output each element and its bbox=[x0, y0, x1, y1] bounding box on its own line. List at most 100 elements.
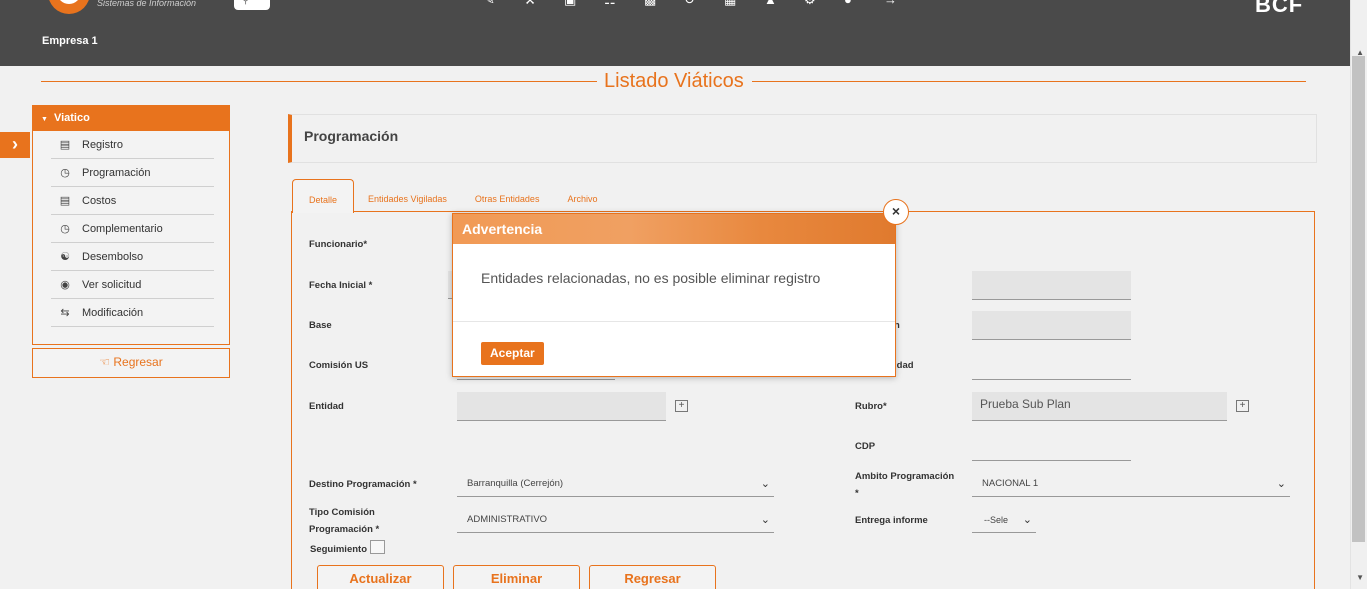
page-title: Listado Viáticos bbox=[604, 70, 744, 92]
dialog-accept-button[interactable]: Aceptar bbox=[481, 342, 544, 365]
logo-subtitle: Sistemas de Información bbox=[97, 0, 197, 8]
entrega-informe-select[interactable]: --Sele ⌄ bbox=[972, 509, 1036, 533]
gift-icon[interactable]: ▣ bbox=[564, 0, 582, 6]
eliminar-button[interactable]: Eliminar bbox=[453, 565, 580, 589]
location-icon[interactable]: ● bbox=[844, 0, 862, 6]
ambito-select[interactable]: NACIONAL 1 ⌄ bbox=[972, 473, 1290, 497]
scroll-thumb[interactable] bbox=[1352, 56, 1365, 542]
warning-dialog: Advertencia Entidades relacionadas, no e… bbox=[452, 213, 896, 377]
sidebar-item-label: Complementario bbox=[82, 222, 163, 235]
tab-entidades-vigiladas[interactable]: Entidades Vigiladas bbox=[354, 179, 461, 212]
tipo-comision-select[interactable]: ADMINISTRATIVO ⌄ bbox=[457, 509, 774, 533]
right-input-3[interactable] bbox=[972, 360, 1131, 380]
sidebar-item-programacion[interactable]: ◷ Programación bbox=[51, 159, 214, 187]
base-label: Base bbox=[309, 320, 332, 331]
sidebar-section-label: Viatico bbox=[53, 112, 90, 124]
sidebar-item-complementario[interactable]: ◷ Complementario bbox=[51, 215, 214, 243]
sidebar-item-ver-solicitud[interactable]: ◉ Ver solicitud bbox=[51, 271, 214, 299]
funcionario-label: Funcionario* bbox=[309, 239, 368, 250]
building-icon[interactable]: ▩ bbox=[644, 0, 662, 6]
cdp-input[interactable] bbox=[972, 441, 1131, 461]
add-rubro-icon[interactable]: + bbox=[1236, 400, 1249, 412]
sidebar-toggle-button[interactable]: › bbox=[0, 132, 30, 158]
sidebar-item-label: Modificación bbox=[82, 306, 144, 319]
logo[interactable] bbox=[48, 0, 90, 14]
dialog-message: Entidades relacionadas, no es posible el… bbox=[453, 244, 895, 322]
sidebar-item-registro[interactable]: ▤ Registro bbox=[51, 131, 214, 159]
clock-icon: ◷ bbox=[60, 222, 70, 235]
back-hand-icon: ☜ bbox=[99, 355, 111, 369]
title-rule-right bbox=[752, 81, 1306, 82]
org-chart-icon[interactable]: ☷ bbox=[604, 0, 622, 6]
destino-value: Barranquilla (Cerrejón) bbox=[467, 478, 564, 489]
chevron-down-icon: ⌄ bbox=[1276, 478, 1286, 490]
entrega-informe-label: Entrega informe bbox=[855, 515, 928, 526]
entidad-label: Entidad bbox=[309, 401, 344, 412]
entidad-input[interactable] bbox=[457, 392, 666, 421]
regresar-button[interactable]: Regresar bbox=[589, 565, 716, 589]
ambito-label-required: * bbox=[855, 488, 859, 499]
search-icon: ⚲ bbox=[242, 0, 250, 6]
table-icon[interactable]: ▦ bbox=[724, 0, 742, 6]
search-button[interactable]: ⚲ bbox=[234, 0, 270, 10]
rubro-label: Rubro* bbox=[855, 401, 887, 412]
sidebar-item-label: Desembolso bbox=[82, 250, 144, 263]
seguimiento-label: Seguimiento bbox=[310, 544, 368, 555]
cdp-label: CDP bbox=[855, 441, 876, 452]
tab-archivo[interactable]: Archivo bbox=[553, 179, 611, 212]
page-scrollbar[interactable]: ▲ ▼ bbox=[1350, 0, 1367, 589]
top-navbar: Sistemas de Información ⚲ ✎ ⚒ ▣ ☷ ▩ ↻ ▦ … bbox=[0, 0, 1350, 66]
document-edit-icon[interactable]: ✎ bbox=[484, 0, 502, 6]
tipo-comision-label: Tipo Comisión bbox=[309, 507, 375, 518]
money-icon: ▤ bbox=[59, 194, 71, 207]
section-title: Programación bbox=[304, 128, 399, 144]
destino-label: Destino Programación * bbox=[309, 479, 417, 490]
tools-icon[interactable]: ⚒ bbox=[524, 0, 542, 6]
coins-icon: ☯ bbox=[60, 250, 70, 263]
add-entidad-icon[interactable]: + bbox=[675, 400, 688, 412]
export-icon[interactable]: → bbox=[884, 0, 902, 6]
sidebar-item-label: Costos bbox=[82, 194, 117, 207]
right-input-2[interactable] bbox=[972, 311, 1131, 340]
ambito-label: Ambito Programación bbox=[855, 471, 955, 482]
sidebar-section-header[interactable]: ▼ Viatico bbox=[33, 106, 229, 131]
tab-detalle[interactable]: Detalle bbox=[292, 179, 355, 213]
tab-otras-entidades[interactable]: Otras Entidades bbox=[461, 179, 554, 212]
fecha-inicial-label: Fecha Inicial * bbox=[309, 280, 373, 291]
sidebar-item-label: Programación bbox=[82, 166, 151, 179]
chevron-right-icon: › bbox=[12, 134, 18, 154]
history-icon[interactable]: ↻ bbox=[684, 0, 702, 6]
chevron-down-icon: ⌄ bbox=[760, 514, 770, 526]
top-nav-icons: ✎ ⚒ ▣ ☷ ▩ ↻ ▦ ▲ ⚙ ● → bbox=[484, 0, 902, 6]
sidebar-item-label: Registro bbox=[82, 138, 123, 151]
sidebar-item-costos[interactable]: ▤ Costos bbox=[51, 187, 214, 215]
clock-icon: ◷ bbox=[60, 166, 70, 179]
sidebar-item-desembolso[interactable]: ☯ Desembolso bbox=[51, 243, 214, 271]
chart-icon[interactable]: ▲ bbox=[764, 0, 782, 6]
gear-icon[interactable]: ⚙ bbox=[804, 0, 822, 6]
actualizar-button[interactable]: Actualizar bbox=[317, 565, 444, 589]
dialog-title: Advertencia bbox=[453, 214, 895, 244]
ambito-value: NACIONAL 1 bbox=[982, 478, 1039, 489]
right-input-1[interactable] bbox=[972, 271, 1131, 300]
title-rule-left bbox=[41, 81, 597, 82]
partial-label-2: idad bbox=[894, 360, 914, 371]
list-icon: ▤ bbox=[59, 138, 71, 151]
destino-select[interactable]: Barranquilla (Cerrejón) ⌄ bbox=[457, 473, 774, 497]
sidebar-back-label: Regresar bbox=[113, 355, 163, 369]
sidebar-back-button[interactable]: ☜ Regresar bbox=[32, 348, 230, 378]
caret-down-icon: ▼ bbox=[41, 116, 48, 123]
sidebar-item-modificacion[interactable]: ⇆ Modificación bbox=[51, 299, 214, 327]
scroll-down-arrow-icon[interactable]: ▼ bbox=[1356, 573, 1364, 582]
chevron-down-icon: ⌄ bbox=[760, 478, 770, 490]
tab-bar: Detalle Entidades Vigiladas Otras Entida… bbox=[292, 179, 611, 213]
comision-label: Comisión US bbox=[309, 360, 369, 371]
seguimiento-checkbox[interactable] bbox=[370, 540, 385, 554]
entrega-informe-value: --Sele bbox=[984, 515, 1009, 525]
chevron-down-icon: ⌄ bbox=[1022, 514, 1032, 526]
section-header-panel: Programación bbox=[288, 114, 1317, 163]
rubro-input[interactable]: Prueba Sub Plan bbox=[972, 392, 1227, 421]
tipo-comision-value: ADMINISTRATIVO bbox=[467, 514, 548, 525]
close-icon[interactable]: × bbox=[883, 199, 909, 225]
tipo-comision-label-2: Programación * bbox=[309, 524, 380, 535]
